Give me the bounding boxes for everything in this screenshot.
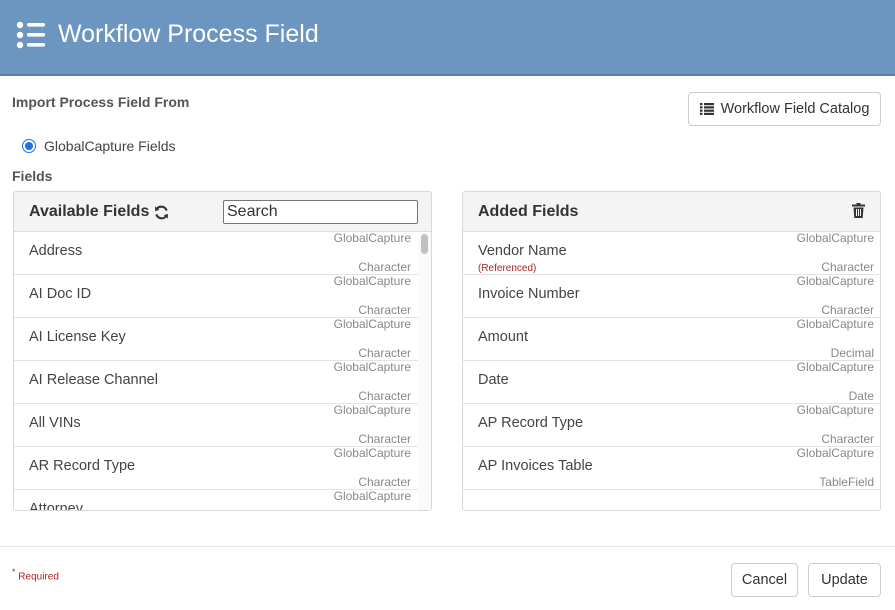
added-fields-list: Vendor Name GlobalCapture Character (Refere…	[463, 231, 880, 490]
added-fields-header: Added Fields	[463, 192, 880, 232]
field-row[interactable]: Attorney GlobalCapture	[14, 489, 431, 511]
refresh-icon[interactable]	[154, 205, 169, 220]
field-type: Character	[358, 475, 411, 489]
required-note: * Required	[12, 567, 59, 582]
field-name: AI Doc ID	[29, 286, 92, 302]
field-name: Invoice Number	[478, 286, 580, 302]
footer-divider	[0, 546, 895, 547]
field-name: Amount	[478, 329, 528, 345]
field-source: GlobalCapture	[796, 360, 874, 374]
field-name: Vendor Name	[478, 243, 567, 259]
available-fields-scrollbar[interactable]	[418, 232, 431, 510]
added-fields-title: Added Fields	[478, 203, 579, 220]
field-source: GlobalCapture	[796, 403, 874, 417]
field-source: GlobalCapture	[796, 446, 874, 460]
field-type: TableField	[819, 475, 874, 489]
workflow-field-catalog-button[interactable]: Workflow Field Catalog	[688, 92, 881, 126]
field-source: GlobalCapture	[333, 274, 411, 288]
available-fields-title: Available Fields	[29, 203, 150, 220]
field-name: All VINs	[29, 415, 81, 431]
field-source: GlobalCapture	[333, 231, 411, 245]
field-source: GlobalCapture	[796, 274, 874, 288]
radio-label: GlobalCapture Fields	[44, 138, 176, 154]
fields-label: Fields	[12, 168, 53, 184]
field-row[interactable]: Date GlobalCapture Date	[463, 360, 880, 404]
field-type: Character	[358, 346, 411, 360]
field-row[interactable]: AP Invoices Table GlobalCapture TableField	[463, 446, 880, 490]
radio-button[interactable]	[22, 139, 36, 153]
field-name: AP Invoices Table	[478, 458, 593, 474]
field-source: GlobalCapture	[333, 360, 411, 374]
available-fields-header: Available Fields	[14, 192, 431, 232]
field-row[interactable]: AI Release Channel GlobalCapture Character	[14, 360, 431, 404]
update-button[interactable]: Update	[808, 563, 881, 597]
field-name: AI License Key	[29, 329, 126, 345]
field-type: Character	[358, 303, 411, 317]
field-row[interactable]: AR Record Type GlobalCapture Character	[14, 446, 431, 490]
field-row[interactable]: AI License Key GlobalCapture Character	[14, 317, 431, 361]
cancel-button[interactable]: Cancel	[731, 563, 798, 597]
field-source: GlobalCapture	[333, 317, 411, 331]
required-asterisk: *	[12, 567, 16, 577]
available-fields-panel: Available Fields AddressGlobalCaptureCha…	[13, 191, 432, 511]
radio-selected-dot	[25, 142, 33, 150]
field-type: Character	[358, 260, 411, 274]
field-source: GlobalCapture	[333, 489, 411, 503]
field-type: Character	[821, 432, 874, 446]
field-row[interactable]: Address GlobalCapture Character	[14, 231, 431, 275]
field-source: GlobalCapture	[333, 403, 411, 417]
field-row[interactable]: All VINs GlobalCapture Character	[14, 403, 431, 447]
required-text: Required	[18, 571, 59, 583]
field-row[interactable]: AI Doc ID GlobalCapture Character	[14, 274, 431, 318]
page-title: Workflow Process Field	[58, 20, 319, 48]
field-source: GlobalCapture	[796, 317, 874, 331]
field-name: Address	[29, 243, 83, 259]
field-source: GlobalCapture	[796, 231, 874, 245]
field-source: GlobalCapture	[333, 446, 411, 460]
field-name: AP Record Type	[478, 415, 584, 431]
list-icon	[699, 103, 714, 115]
field-referenced-tag: (Referenced)	[478, 263, 537, 274]
field-row[interactable]: Invoice Number GlobalCapture Character	[463, 274, 880, 318]
header-bar: Workflow Process Field	[0, 0, 895, 76]
import-from-label: Import Process Field From	[12, 94, 190, 110]
menu-list-icon[interactable]	[16, 21, 46, 49]
scrollbar-thumb[interactable]	[421, 234, 428, 254]
available-fields-list: Address GlobalCapture Character AI Doc ID Gl…	[14, 231, 431, 511]
field-row[interactable]: Amount GlobalCapture Decimal	[463, 317, 880, 361]
globalcapture-radio-option[interactable]: GlobalCapture Fields	[22, 138, 176, 154]
field-name: Date	[478, 372, 509, 388]
field-type: Character	[821, 260, 874, 274]
catalog-button-label: Workflow Field Catalog	[720, 101, 870, 117]
field-type: Character	[821, 303, 874, 317]
trash-icon[interactable]	[852, 203, 865, 218]
search-input[interactable]	[223, 200, 418, 224]
field-name: Attorney	[29, 501, 83, 511]
field-type: Decimal	[830, 346, 874, 360]
field-type: Character	[358, 432, 411, 446]
field-type: Character	[358, 389, 411, 403]
field-name: AR Record Type	[29, 458, 136, 474]
added-fields-panel: Added Fields Vendor Name GlobalCapture Cha…	[462, 191, 881, 511]
field-name: AI Release Channel	[29, 372, 158, 388]
field-row[interactable]: Vendor Name GlobalCapture Character (Refere…	[463, 231, 880, 275]
field-row[interactable]: AP Record Type GlobalCapture Character	[463, 403, 880, 447]
field-type: Date	[848, 389, 874, 403]
